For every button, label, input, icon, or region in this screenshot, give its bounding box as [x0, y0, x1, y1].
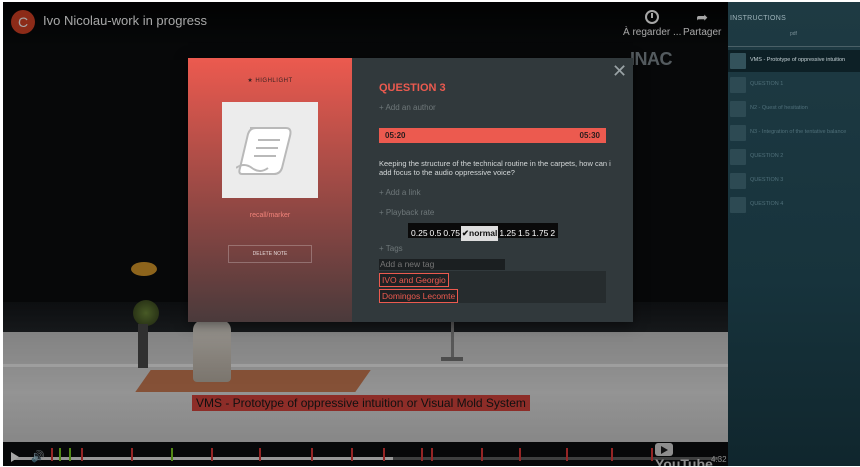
note-title[interactable]: QUESTION 3 — [379, 82, 446, 94]
sidebar-item[interactable]: QUESTION 4 — [728, 194, 860, 216]
sidebar-item[interactable]: N2 - Quest of hesitation — [728, 98, 860, 120]
sidebar-item-thumbnail — [730, 125, 746, 141]
highlight-label[interactable]: ★ HIGHLIGHT — [188, 77, 352, 84]
sidebar-item-thumbnail — [730, 149, 746, 165]
scroll-note-icon — [236, 127, 292, 175]
note-modal: ★ HIGHLIGHT recall/marker DELETE NOTE ✕ … — [188, 58, 633, 322]
sidebar-item-thumbnail — [730, 77, 746, 93]
sidebar-item-label: QUESTION 4 — [750, 201, 784, 207]
sidebar-item[interactable]: N3 - Integration of the tentative balanc… — [728, 122, 860, 144]
add-link-button[interactable]: + Add a link — [379, 188, 421, 197]
playback-rate-option[interactable]: 0.75 — [442, 226, 461, 241]
sidebar-item[interactable]: QUESTION 2 — [728, 146, 860, 168]
playback-rate-options: 0.25 0.5 0.75 ✔normal 1.25 1.5 1.75 2 — [408, 223, 559, 241]
new-tag-input[interactable] — [379, 259, 505, 270]
add-author-link[interactable]: + Add an author — [379, 103, 436, 112]
note-body-text[interactable]: Keeping the structure of the technical r… — [379, 159, 611, 177]
tag-item[interactable]: IVO and Georgio — [379, 273, 449, 287]
note-modal-left-panel: ★ HIGHLIGHT recall/marker DELETE NOTE — [188, 58, 352, 322]
note-type-thumbnail — [222, 102, 318, 198]
time-end: 05:30 — [579, 131, 600, 140]
sidebar-item-label: N2 - Quest of hesitation — [750, 105, 808, 111]
playback-rate-option[interactable]: 1.5 — [517, 226, 531, 241]
sidebar-item[interactable]: QUESTION 3 — [728, 170, 860, 192]
note-time-range[interactable]: 05:20 05:30 — [379, 128, 606, 143]
delete-note-button[interactable]: DELETE NOTE — [228, 245, 312, 263]
sidebar-item[interactable]: QUESTION 1 — [728, 74, 860, 96]
tag-list: IVO and Georgio Domingos Lecomte — [379, 271, 606, 303]
sidebar-item-label: N3 - Integration of the tentative balanc… — [750, 129, 847, 135]
sidebar-item-thumbnail — [730, 53, 746, 69]
sidebar-subtitle[interactable]: pdf — [790, 31, 797, 37]
sidebar-item-thumbnail — [730, 101, 746, 117]
sidebar-item-label: VMS - Prototype of oppressive intuition — [750, 57, 846, 63]
video-player[interactable]: C Ivo Nicolau-work in progress À regarde… — [3, 2, 728, 466]
playback-rate-label[interactable]: + Playback rate — [379, 208, 434, 217]
sidebar-item[interactable]: VMS - Prototype of oppressive intuition — [728, 50, 860, 72]
sidebar-item-thumbnail — [730, 173, 746, 189]
sidebar-title[interactable]: INSTRUCTIONS — [730, 15, 786, 22]
playback-rate-option[interactable]: 1.75 — [531, 226, 550, 241]
note-type-label[interactable]: recall/marker — [188, 212, 352, 219]
playback-rate-option[interactable]: 0.5 — [429, 226, 443, 241]
divider — [728, 46, 860, 47]
sidebar-item-label: QUESTION 2 — [750, 153, 784, 159]
notes-sidebar: INSTRUCTIONS pdf VMS - Prototype of oppr… — [728, 2, 860, 466]
sidebar-item-label: QUESTION 1 — [750, 81, 784, 87]
tags-label[interactable]: + Tags — [379, 244, 403, 253]
playback-rate-option[interactable]: 2 — [549, 226, 556, 241]
tag-item[interactable]: Domingos Lecomte — [379, 289, 459, 303]
close-icon[interactable]: ✕ — [612, 62, 627, 80]
playback-rate-option[interactable]: ✔normal — [460, 226, 499, 241]
playback-rate-option[interactable]: 0.25 — [410, 226, 429, 241]
sidebar-item-label: QUESTION 3 — [750, 177, 784, 183]
sidebar-item-thumbnail — [730, 197, 746, 213]
time-start: 05:20 — [385, 131, 406, 140]
playback-rate-option[interactable]: 1.25 — [498, 226, 517, 241]
